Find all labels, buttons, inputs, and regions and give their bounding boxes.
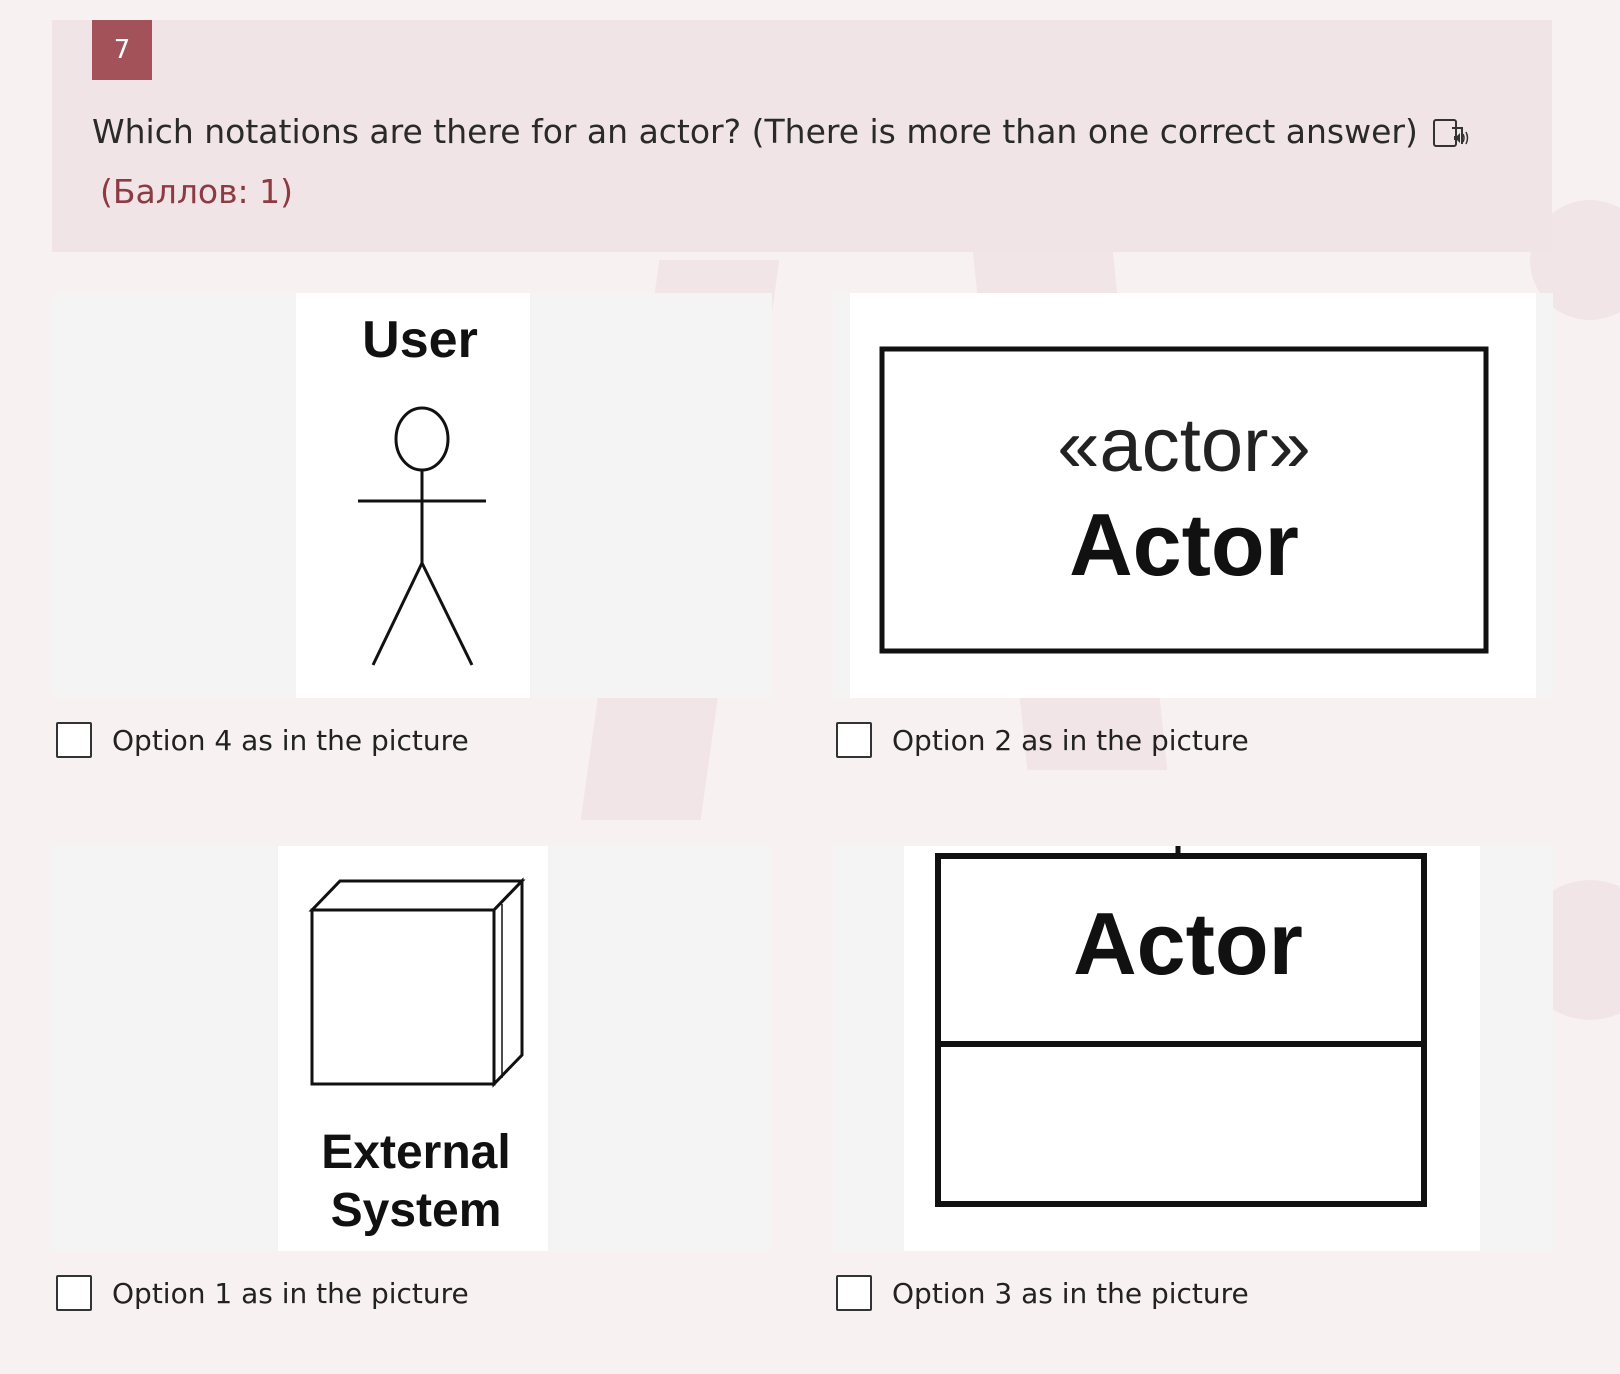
actor-class-box-picture: Actor — [904, 846, 1480, 1251]
stereotype-label: «actor» — [1057, 403, 1311, 488]
option-3-checkbox[interactable] — [836, 1275, 872, 1311]
option-2-label: Option 2 as in the picture — [892, 723, 1249, 757]
option-1-row[interactable]: Option 1 as in the picture — [56, 1275, 469, 1311]
question-card: 7 Which notations are there for an actor… — [52, 20, 1552, 252]
question-text-line: Which notations are there for an actor? … — [92, 112, 1470, 151]
option-3-row[interactable]: Option 3 as in the picture — [836, 1275, 1249, 1311]
stick-figure-label: User — [362, 311, 478, 369]
text-to-speech-icon[interactable] — [1432, 114, 1470, 150]
option-4-image[interactable]: User — [52, 293, 772, 698]
actor-class-label: Actor — [1073, 894, 1303, 993]
points-label: (Баллов: 1) — [100, 172, 294, 211]
system-label: System — [331, 1184, 502, 1237]
actor-label: Actor — [1069, 495, 1299, 594]
option-2-image[interactable]: «actor» Actor — [833, 293, 1553, 698]
option-1-checkbox[interactable] — [56, 1275, 92, 1311]
option-4-label: Option 4 as in the picture — [112, 723, 469, 757]
actor-stereotype-box-picture: «actor» Actor — [850, 293, 1536, 698]
question-text: Which notations are there for an actor? … — [92, 112, 1418, 151]
option-1-label: Option 1 as in the picture — [112, 1276, 469, 1310]
option-1-image[interactable]: External System — [52, 846, 772, 1251]
external-system-node-picture: External System — [278, 846, 548, 1251]
option-3-label: Option 3 as in the picture — [892, 1276, 1249, 1310]
option-2-row[interactable]: Option 2 as in the picture — [836, 722, 1249, 758]
option-2-checkbox[interactable] — [836, 722, 872, 758]
external-label: External — [321, 1126, 510, 1179]
option-3-image[interactable]: Actor — [833, 846, 1553, 1251]
option-4-checkbox[interactable] — [56, 722, 92, 758]
option-4-row[interactable]: Option 4 as in the picture — [56, 722, 469, 758]
stick-figure-picture: User — [296, 293, 530, 698]
question-number-badge: 7 — [92, 20, 152, 80]
